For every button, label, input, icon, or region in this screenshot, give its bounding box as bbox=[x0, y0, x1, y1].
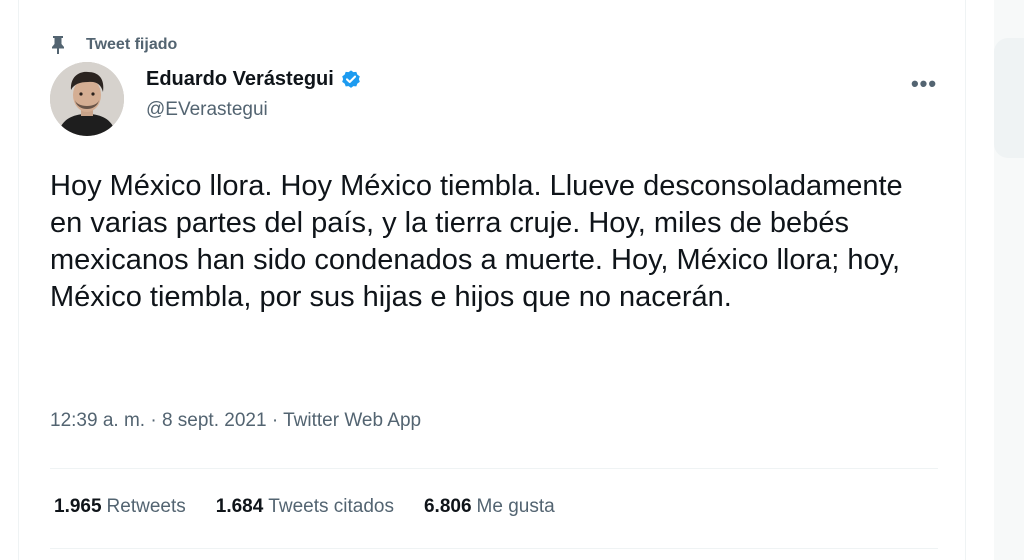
display-name-row: Eduardo Verástegui bbox=[146, 68, 362, 91]
pinned-label: Tweet fijado bbox=[86, 36, 178, 53]
tweet-meta: 12:39 a. m. · 8 sept. 2021 · Twitter Web… bbox=[50, 410, 421, 432]
avatar-image bbox=[50, 62, 124, 136]
retweets-label: Retweets bbox=[106, 496, 186, 517]
avatar[interactable] bbox=[50, 62, 124, 136]
quote-tweets-stat[interactable]: 1.684 Tweets citados bbox=[216, 496, 394, 518]
author-handle[interactable]: @EVerastegui bbox=[146, 99, 362, 121]
sidebar-edge bbox=[994, 0, 1024, 560]
tweet-date: 8 sept. 2021 bbox=[161, 410, 267, 431]
tweet-source-link[interactable]: Twitter Web App bbox=[283, 410, 421, 431]
more-icon: ••• bbox=[910, 71, 938, 96]
author-display-name[interactable]: Eduardo Verástegui bbox=[146, 68, 334, 91]
divider bbox=[50, 468, 938, 469]
quote-tweets-label: Tweets citados bbox=[268, 496, 394, 517]
retweets-count: 1.965 bbox=[54, 496, 102, 517]
meta-separator: · bbox=[145, 410, 162, 431]
page: Tweet fijado Eduardo Verástegui @EVerast… bbox=[0, 0, 1024, 560]
likes-stat[interactable]: 6.806 Me gusta bbox=[424, 496, 555, 518]
sidebar-edge-panel bbox=[994, 38, 1024, 158]
quote-tweets-count: 1.684 bbox=[215, 496, 264, 517]
meta-separator: · bbox=[266, 410, 284, 431]
pinned-indicator: Tweet fijado bbox=[50, 34, 177, 56]
verified-badge-icon bbox=[342, 69, 360, 88]
tweet-time: 12:39 a. m. bbox=[50, 410, 146, 431]
retweets-stat[interactable]: 1.965 Retweets bbox=[54, 496, 186, 518]
tweet-stats: 1.965 Retweets 1.684 Tweets citados 6.80… bbox=[54, 496, 555, 518]
divider bbox=[50, 548, 938, 549]
tweet-time-link[interactable]: 12:39 a. m. · 8 sept. 2021 bbox=[50, 410, 267, 431]
author-block: Eduardo Verástegui @EVerastegui bbox=[146, 68, 362, 121]
pin-icon bbox=[52, 36, 64, 54]
more-options-button[interactable]: ••• bbox=[906, 66, 942, 102]
likes-label: Me gusta bbox=[476, 496, 555, 517]
tweet-text: Hoy México llora. Hoy México tiembla. Ll… bbox=[50, 170, 903, 313]
likes-count: 6.806 bbox=[423, 496, 472, 517]
